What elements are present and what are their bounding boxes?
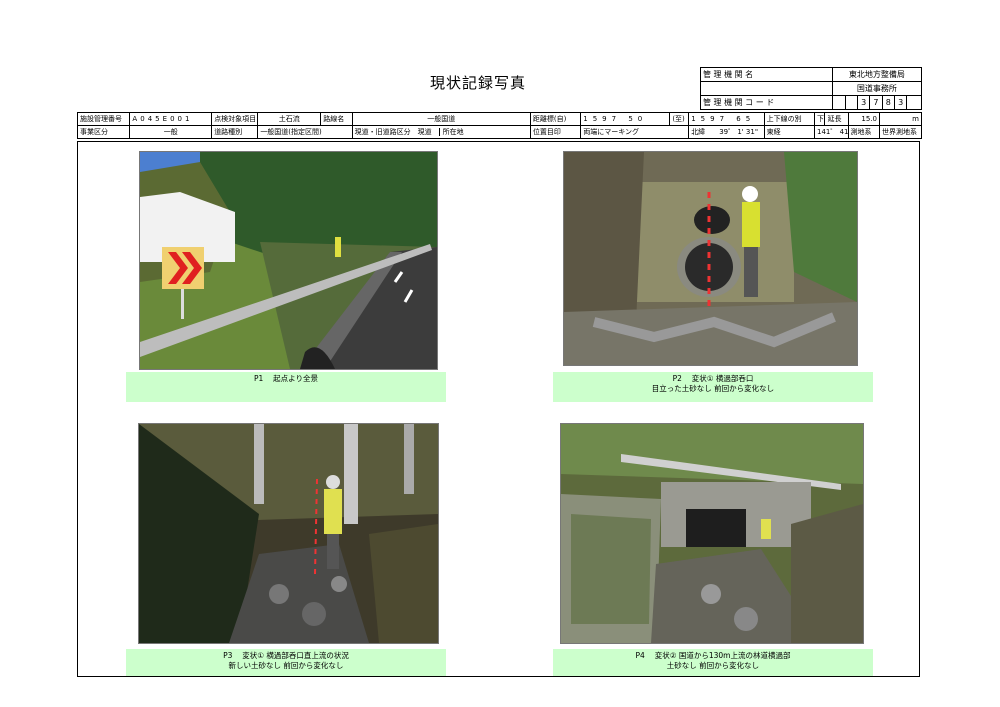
caption-p3: P3 変状① 横過部呑口直上流の状況 新しい土砂なし 前回から変化なし — [126, 649, 446, 676]
inspection-label: 点検対象項目 — [211, 112, 259, 126]
code-digit — [906, 96, 921, 109]
updown-label: 上下線の別 — [763, 112, 815, 126]
code-digit: 3 — [856, 96, 871, 109]
distance-from-label: 距離標(自) — [529, 112, 582, 126]
code-label: 管 理 機 関 コ ー ド — [700, 95, 833, 110]
inspection-value: 土石流 — [257, 112, 322, 126]
code-digit: 7 — [869, 96, 883, 109]
business-label: 事業区分 — [76, 125, 131, 139]
code-digit: 8 — [881, 96, 896, 109]
photo-p2 — [563, 151, 858, 366]
org-name-2: 国道事務所 — [831, 81, 923, 96]
position-label: 位置目印 — [529, 125, 582, 139]
caption-p2: P2 変状① 横過部呑口 目立った土砂なし 前回から変化なし — [553, 372, 873, 402]
caption-p1: P1 起点より全景 — [126, 372, 446, 402]
length-label: 延長 — [824, 112, 849, 126]
business-value: 一般 — [129, 125, 213, 139]
photo-p4 — [560, 423, 864, 644]
code-digit: 3 — [894, 96, 908, 109]
org-label: 管 理 機 関 名 — [700, 67, 833, 82]
code-digit — [833, 96, 846, 109]
route-label: 路線名 — [320, 112, 353, 126]
lon-label: 東経 — [763, 125, 815, 139]
facility-no-label: 施設管理番号 — [76, 112, 131, 126]
geodetic-value: 世界測地系 — [878, 125, 923, 139]
distance-to-value: 1597 65 — [688, 112, 765, 126]
geodetic-label: 測地系 — [847, 125, 880, 139]
road-type-value: 一般国道(指定区間) — [257, 125, 353, 139]
position-value: 両端にマーキング — [580, 125, 690, 139]
photo-p1 — [139, 151, 438, 370]
road-type-label: 道路種別 — [211, 125, 259, 139]
facility-no-value: A045E001 — [129, 112, 213, 126]
lat-cell: 北緯 39゜ 1' 31" — [688, 125, 765, 139]
to-label: (至) — [669, 112, 690, 126]
org-name-1: 東北地方整備局 — [831, 67, 923, 82]
section-cell: 現道・旧道路区分 現道 所在地 — [351, 125, 531, 139]
photo-p3 — [138, 423, 439, 644]
lon-value: 141゜ 41' 5" — [813, 125, 849, 139]
caption-p4: P4 変状② 国道から130m上流の林道横過部 土砂なし 前回から変化なし — [553, 649, 873, 676]
length-unit: m — [878, 112, 923, 126]
page-title: 現状記録写真 — [430, 74, 527, 92]
distance-from-value: 1597 50 — [580, 112, 671, 126]
length-value: 15.0 — [847, 112, 880, 126]
route-value: 一般国道 — [351, 112, 531, 126]
management-table: 管 理 機 関 名 東北地方整備局 国道事務所 管 理 機 関 コ ー ド 3 … — [700, 67, 923, 110]
facility-info-table: 施設管理番号 A045E001 点検対象項目 土石流 路線名 一般国道 距離標(… — [76, 112, 923, 139]
code-digit — [844, 96, 858, 109]
updown-value: 下 — [813, 112, 826, 126]
